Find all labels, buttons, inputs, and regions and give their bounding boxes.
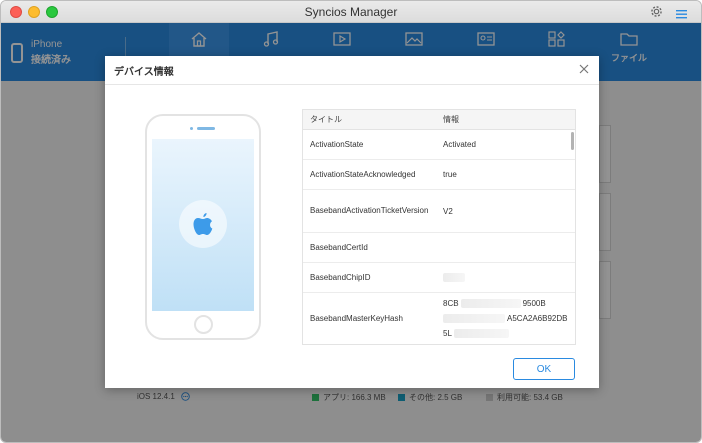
ok-button[interactable]: OK	[513, 358, 575, 380]
row-title: BasebandMasterKeyHash	[310, 313, 403, 323]
window-title: Syncios Manager	[304, 5, 398, 19]
column-header-info: 情報	[443, 115, 459, 124]
app-window: Syncios Manager iPhone 接続済み ファイル iOS 12.…	[0, 0, 702, 443]
row-value: 8CB 9500B A5CA2A6B92DB 5L	[443, 299, 568, 339]
table-row[interactable]: BasebandMasterKeyHash 8CB 9500B A5CA2A6B9…	[303, 293, 575, 344]
row-title: BasebandActivationTicketVersion	[310, 206, 429, 215]
apple-logo-icon	[179, 200, 227, 248]
device-info-dialog: デバイス情報 タイトル 情報 ActivationState Activated	[105, 56, 599, 388]
close-icon[interactable]	[577, 62, 591, 76]
row-title: BasebandChipID	[310, 272, 371, 282]
phone-home-button	[194, 315, 213, 334]
table-row[interactable]: ActivationState Activated	[303, 130, 575, 160]
row-title: ActivationState	[310, 139, 364, 149]
row-title: BasebandCertId	[310, 242, 368, 252]
title-bar: Syncios Manager	[1, 1, 701, 23]
phone-camera	[190, 127, 193, 130]
phone-illustration	[145, 114, 261, 340]
table-scrollbar[interactable]	[571, 132, 574, 150]
table-row[interactable]: BasebandActivationTicketVersion V2	[303, 190, 575, 233]
table-row[interactable]: BasebandChipID	[303, 263, 575, 293]
column-header-title: タイトル	[310, 115, 342, 124]
table-row[interactable]: BasebandCertId	[303, 233, 575, 263]
table-header: タイトル 情報	[303, 110, 575, 130]
row-title: ActivationStateAcknowledged	[310, 169, 416, 179]
table-row[interactable]: ActivationStateAcknowledged true	[303, 160, 575, 190]
row-value	[437, 273, 569, 283]
phone-speaker	[197, 127, 215, 130]
dialog-title: デバイス情報	[114, 67, 174, 78]
row-value: V2	[443, 206, 453, 216]
row-value: true	[443, 170, 457, 179]
row-value: Activated	[443, 140, 476, 149]
device-info-table: タイトル 情報 ActivationState Activated Activa…	[302, 109, 576, 345]
dialog-divider	[105, 84, 599, 85]
phone-screen	[152, 139, 254, 311]
menu-icon[interactable]	[676, 6, 687, 24]
gear-icon[interactable]	[650, 5, 663, 23]
